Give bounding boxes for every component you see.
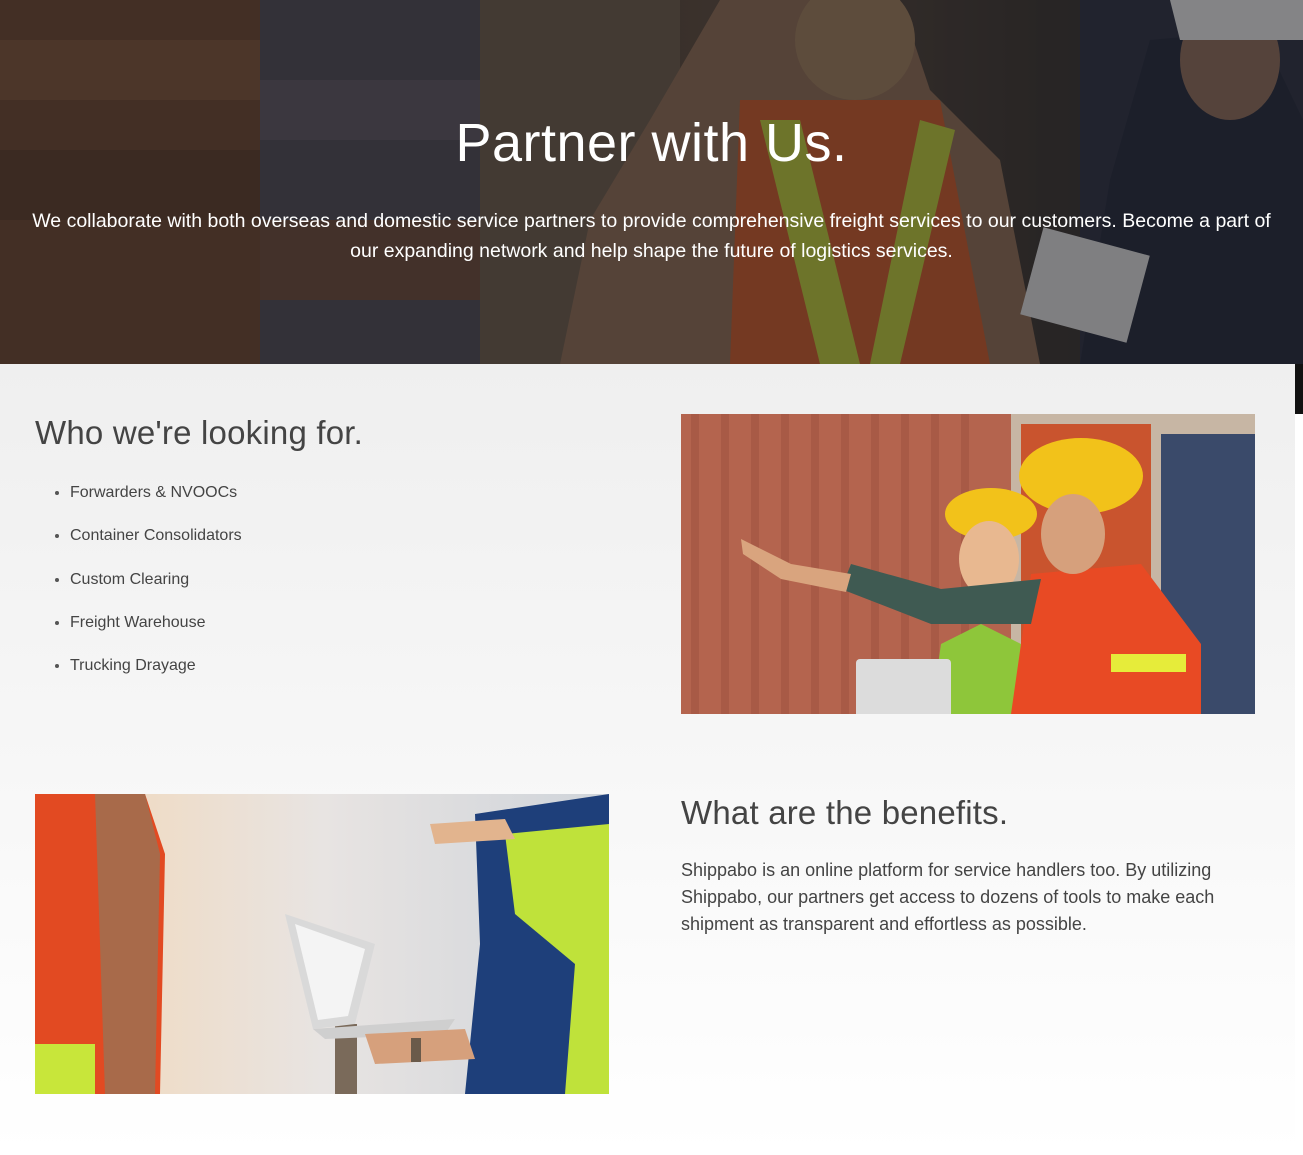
hero-description: We collaborate with both overseas and do… <box>32 210 1271 262</box>
list-item: Forwarders & NVOOCs <box>70 481 242 524</box>
hero-banner: Partner with Us. We collaborate with bot… <box>0 0 1303 364</box>
page-title: Partner with Us. <box>455 113 848 173</box>
list-item: Container Consolidators <box>70 524 242 567</box>
partner-content: Who we're looking for. Forwarders & NVOO… <box>0 364 1295 1155</box>
list-item: Freight Warehouse <box>70 611 242 654</box>
benefits-heading: What are the benefits. <box>681 794 1009 831</box>
list-item: Trucking Drayage <box>70 654 242 697</box>
benefits-description: Shippabo is an online platform for servi… <box>681 860 1215 934</box>
scrollbar-edge <box>1295 364 1303 414</box>
laptop-workers-photo <box>35 794 609 1094</box>
partner-types-list: Forwarders & NVOOCs Container Consolidat… <box>35 481 242 697</box>
hero-dark-overlay <box>0 0 1303 364</box>
who-heading: Who we're looking for. <box>35 414 364 451</box>
workers-pointing-photo <box>681 414 1255 714</box>
list-item: Custom Clearing <box>70 568 242 611</box>
